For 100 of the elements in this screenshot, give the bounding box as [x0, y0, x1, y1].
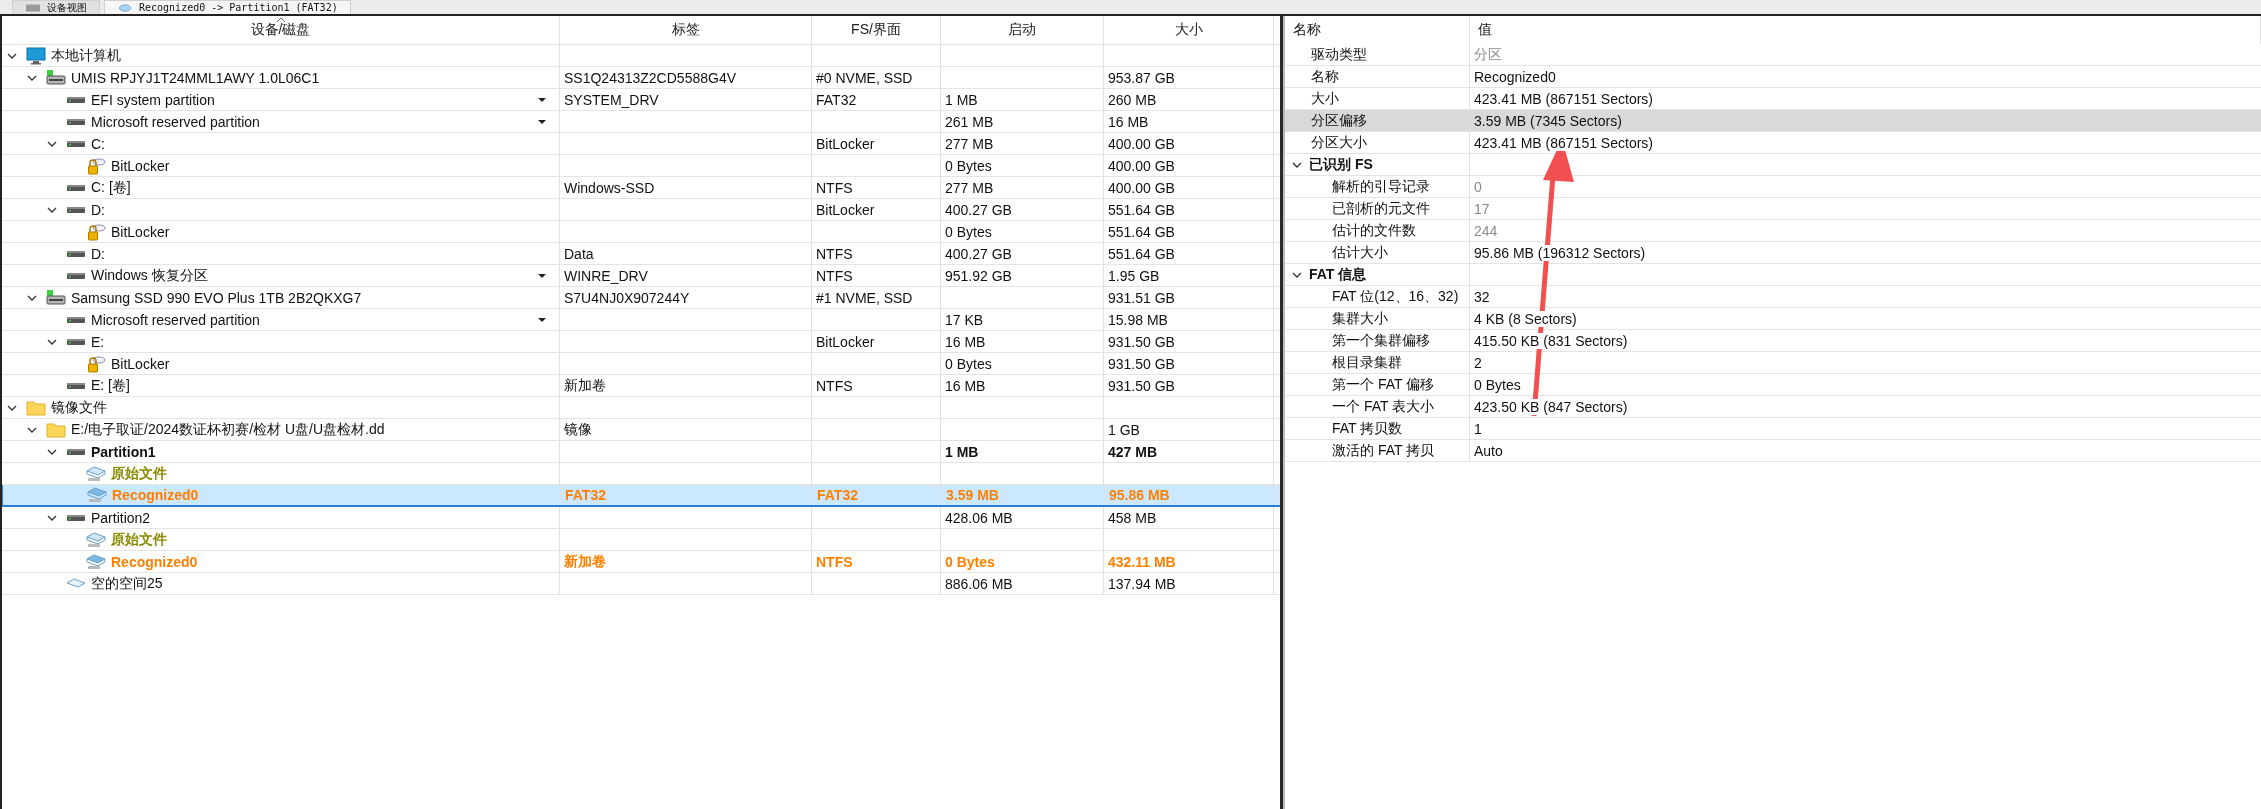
property-row[interactable]: 激活的 FAT 拷贝 Auto: [1285, 440, 2261, 462]
group-title: 已识别 FS: [1309, 155, 1373, 174]
start-cell: 428.06 MB: [945, 509, 1013, 526]
size-cell: 551.64 GB: [1108, 245, 1175, 262]
property-row[interactable]: 一个 FAT 表大小 423.50 KB (847 Sectors): [1285, 396, 2261, 418]
fs-cell: #0 NVME, SSD: [816, 69, 913, 86]
column-header[interactable]: 值: [1470, 16, 2261, 44]
tab[interactable]: Recognized0 -> Partition1 (FAT32): [104, 0, 351, 14]
tree-item-label: Recognized0: [112, 487, 199, 503]
size-cell: 432.11 MB: [1108, 553, 1176, 570]
column-header[interactable]: 启动: [941, 16, 1104, 44]
size-cell: 260 MB: [1108, 91, 1157, 108]
column-header[interactable]: 大小: [1104, 16, 1274, 44]
column-header[interactable]: FS/界面: [812, 16, 941, 44]
tree-item-label: Windows 恢复分区: [91, 266, 208, 285]
property-name: FAT 位(12、16、32): [1332, 287, 1459, 306]
property-row[interactable]: FAT 拷贝数 1: [1285, 418, 2261, 440]
property-row[interactable]: 名称 Recognized0: [1285, 66, 2261, 88]
column-header[interactable]: 标签: [560, 16, 812, 44]
tree-item-label: Partition2: [91, 509, 151, 526]
property-row[interactable]: 集群大小 4 KB (8 Sectors): [1285, 308, 2261, 330]
tree-row[interactable]: 本地计算机: [2, 45, 1280, 67]
group-title: FAT 信息: [1309, 265, 1367, 284]
tree-row[interactable]: 原始文件: [2, 529, 1280, 551]
tree-row[interactable]: E: [卷] 新加卷 NTFS 16 MB 931.50 GB: [2, 375, 1280, 397]
dropdown-arrow-icon[interactable]: [537, 316, 547, 323]
drive-icon: [46, 68, 66, 87]
property-value: 95.86 MB (196312 Sectors): [1474, 244, 1646, 261]
size-cell: 400.00 GB: [1108, 157, 1175, 174]
dropdown-arrow-icon[interactable]: [537, 96, 547, 103]
partition-icon: [67, 514, 85, 521]
property-name: 解析的引导记录: [1332, 177, 1430, 196]
tree-row[interactable]: E:/电子取证/2024数证杯初赛/检材 U盘/U盘检材.dd 镜像 1 GB: [2, 419, 1280, 441]
start-cell: 0 Bytes: [945, 223, 992, 240]
tree-row[interactable]: D: BitLocker 400.27 GB 551.64 GB: [2, 199, 1280, 221]
tree-row[interactable]: C: [卷] Windows-SSD NTFS 277 MB 400.00 GB: [2, 177, 1280, 199]
column-header[interactable]: 名称: [1285, 16, 1470, 44]
dropdown-arrow-icon[interactable]: [537, 118, 547, 125]
disk-icon: [87, 486, 107, 504]
tree-row[interactable]: UMIS RPJYJ1T24MML1AWY 1.0L06C1 SS1Q24313Z2CD5588G4V #0 NVME, SSD 953.87 GB: [2, 67, 1280, 89]
tree-item-label: Recognized0: [111, 553, 198, 570]
tree-row[interactable]: E: BitLocker 16 MB 931.50 GB: [2, 331, 1280, 353]
property-name: 分区偏移: [1311, 111, 1367, 130]
size-cell: 458 MB: [1108, 509, 1157, 526]
tree-row[interactable]: D: Data NTFS 400.27 GB 551.64 GB: [2, 243, 1280, 265]
property-name: 分区大小: [1311, 133, 1367, 152]
dropdown-arrow-icon[interactable]: [537, 272, 547, 279]
column-header[interactable]: 设备/磁盘: [2, 16, 560, 44]
tree-row[interactable]: Windows 恢复分区 WINRE_DRV NTFS 951.92 GB 1.95 GB: [2, 265, 1280, 287]
tree-row[interactable]: C: BitLocker 277 MB 400.00 GB: [2, 133, 1280, 155]
tree-item-label: 空的空间25: [91, 574, 163, 593]
size-cell: 931.50 GB: [1108, 377, 1175, 394]
tree-row[interactable]: BitLocker 0 Bytes 400.00 GB: [2, 155, 1280, 177]
monitor-icon: [26, 46, 46, 65]
tree-item-label: 本地计算机: [51, 46, 121, 65]
tab[interactable]: 设备视图: [12, 0, 100, 14]
size-cell: 931.51 GB: [1108, 289, 1175, 306]
tree-item-label: D:: [91, 201, 105, 218]
label-cell: SS1Q24313Z2CD5588G4V: [564, 69, 736, 86]
tree-item-label: UMIS RPJYJ1T24MML1AWY 1.0L06C1: [71, 69, 320, 86]
property-name: 已剖析的元文件: [1332, 199, 1430, 218]
property-row[interactable]: 根目录集群 2: [1285, 352, 2261, 374]
property-row[interactable]: 分区偏移 3.59 MB (7345 Sectors): [1285, 110, 2261, 132]
tree-row[interactable]: BitLocker 0 Bytes 931.50 GB: [2, 353, 1280, 375]
folder-icon: [26, 398, 46, 417]
start-cell: 277 MB: [945, 179, 994, 196]
start-cell: 0 Bytes: [945, 157, 992, 174]
property-value: 423.50 KB (847 Sectors): [1474, 398, 1628, 415]
size-cell: 551.64 GB: [1108, 201, 1175, 218]
property-value: 分区: [1474, 45, 1502, 64]
property-name: 驱动类型: [1311, 45, 1367, 64]
tree-row[interactable]: Partition1 1 MB 427 MB: [2, 441, 1280, 463]
tree-item-label: Samsung SSD 990 EVO Plus 1TB 2B2QKXG7: [71, 289, 362, 306]
tree-row[interactable]: EFI system partition SYSTEM_DRV FAT32 1 MB 260 MB: [2, 89, 1280, 111]
property-row[interactable]: 估计大小 95.86 MB (196312 Sectors): [1285, 242, 2261, 264]
padlock-icon: [86, 354, 106, 373]
start-cell: 400.27 GB: [945, 245, 1012, 262]
tree-row[interactable]: Microsoft reserved partition 261 MB 16 MB: [2, 111, 1280, 133]
label-cell: 新加卷: [564, 552, 606, 571]
label-cell: 镜像: [564, 420, 592, 439]
tree-row[interactable]: Samsung SSD 990 EVO Plus 1TB 2B2QKXG7 S7U4NJ0X907244Y #1 NVME, SSD 931.51 GB: [2, 287, 1280, 309]
property-row[interactable]: 分区大小 423.41 MB (867151 Sectors): [1285, 132, 2261, 154]
fs-cell: FAT32: [817, 487, 858, 503]
property-row[interactable]: 第一个 FAT 偏移 0 Bytes: [1285, 374, 2261, 396]
tree-row[interactable]: 空的空间25 886.06 MB 137.94 MB: [2, 573, 1280, 595]
tree-row[interactable]: Microsoft reserved partition 17 KB 15.98 MB: [2, 309, 1280, 331]
property-row[interactable]: 第一个集群偏移 415.50 KB (831 Sectors): [1285, 330, 2261, 352]
tree-item-label: C:: [91, 135, 105, 152]
property-row[interactable]: FAT 位(12、16、32) 32: [1285, 286, 2261, 308]
disk-icon: [86, 530, 106, 549]
size-cell: 137.94 MB: [1108, 575, 1176, 592]
fs-cell: NTFS: [816, 245, 853, 262]
tree-row[interactable]: 镜像文件: [2, 397, 1280, 419]
tree-row[interactable]: Partition2 428.06 MB 458 MB: [2, 507, 1280, 529]
size-cell: 1.95 GB: [1108, 267, 1160, 284]
partition-icon: [67, 184, 85, 191]
size-cell: 1 GB: [1108, 421, 1140, 438]
label-cell: Data: [564, 245, 594, 262]
tree-row[interactable]: BitLocker 0 Bytes 551.64 GB: [2, 221, 1280, 243]
tree-item-label: EFI system partition: [91, 91, 215, 108]
